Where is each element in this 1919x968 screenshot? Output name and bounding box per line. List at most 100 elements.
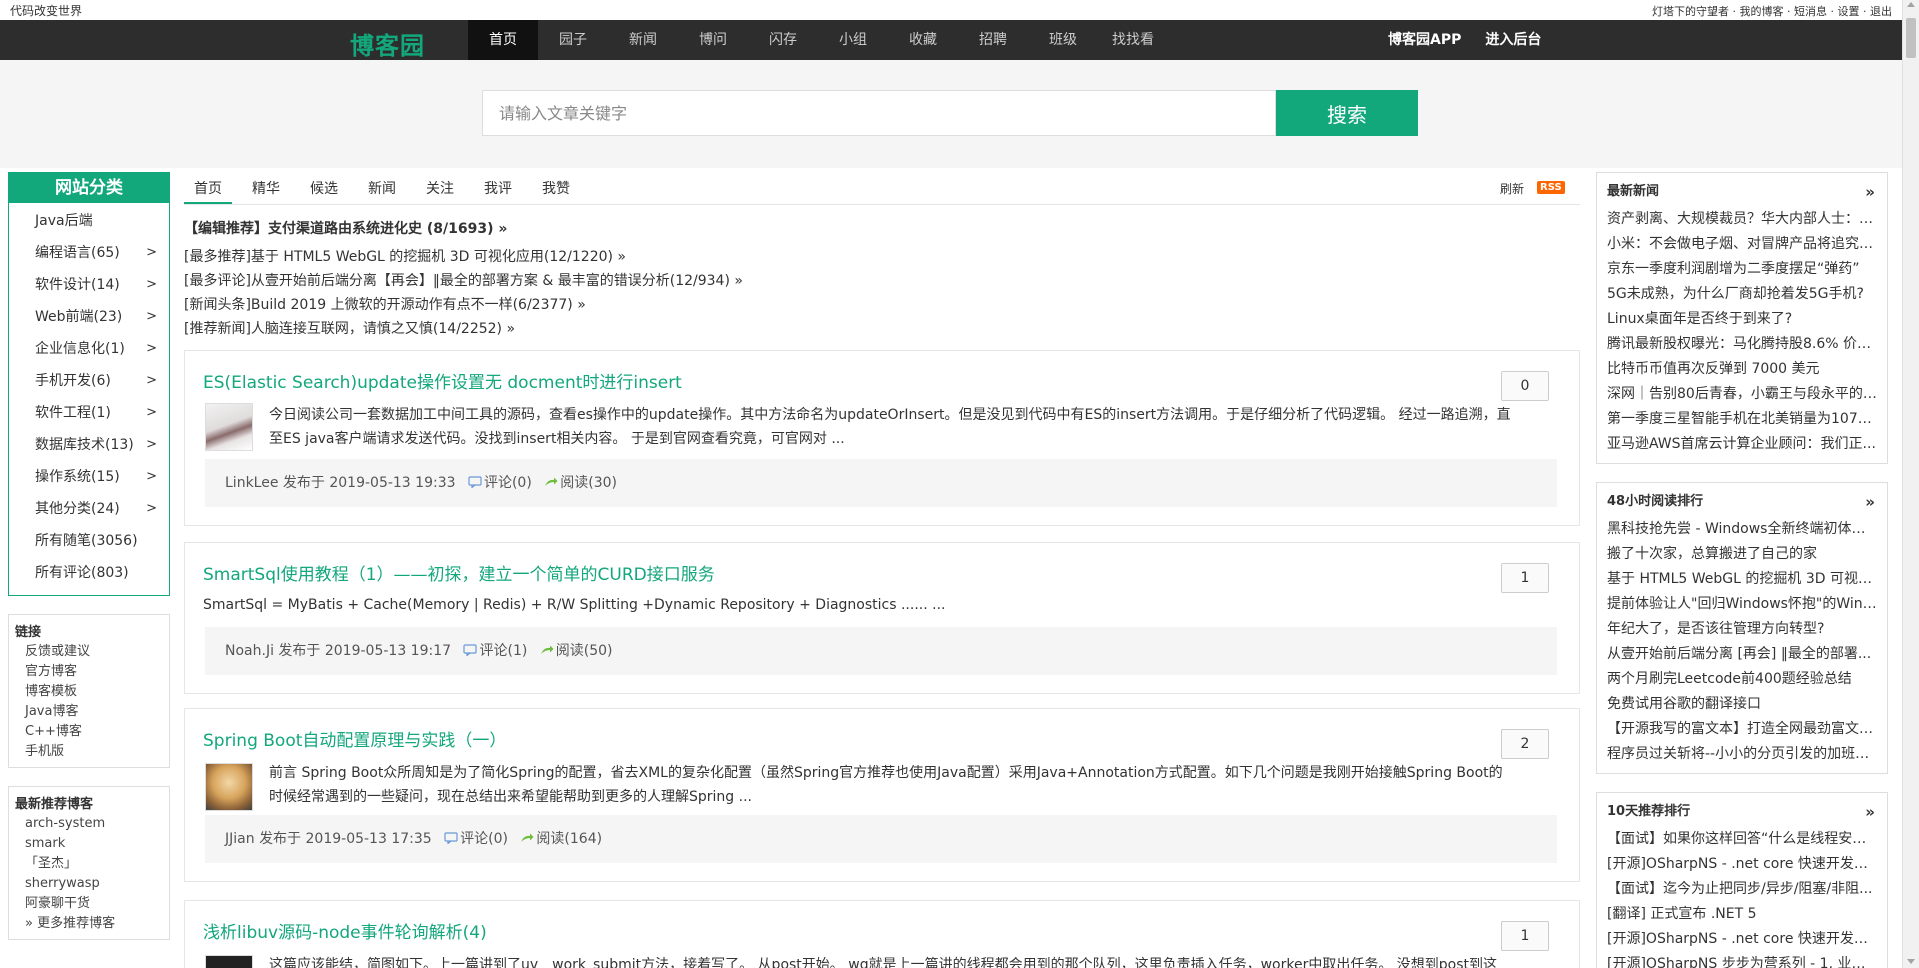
news-item[interactable]: 深网｜告别80后青春，小霸王与段永平的传... (1607, 382, 1877, 407)
author-avatar[interactable] (205, 955, 253, 968)
author-avatar[interactable] (205, 403, 253, 451)
more-news-icon[interactable]: » (1865, 181, 1875, 203)
app-link[interactable]: 博客园APP (1388, 20, 1461, 60)
read-count-link[interactable]: 阅读(164) (536, 831, 602, 847)
blogger-link[interactable]: sherrywasp (15, 874, 163, 894)
more-read-rank-icon[interactable]: » (1865, 491, 1875, 513)
tab-news[interactable]: 新闻 (358, 176, 406, 204)
news-item[interactable]: 京东一季度利润剧增为二季度摆足“弹药” (1607, 257, 1877, 282)
comment-count-link[interactable]: 评论(1) (479, 643, 527, 659)
link-java-blog[interactable]: Java博客 (15, 702, 163, 722)
search-input[interactable] (482, 90, 1276, 136)
blogger-link[interactable]: 「圣杰」 (15, 854, 163, 874)
news-item[interactable]: Linux桌面年是否终于到来了? (1607, 307, 1877, 332)
read-rank-item[interactable]: 【开源我写的富文本】打造全网最劲富文本... (1607, 717, 1877, 742)
nav-item-news[interactable]: 新闻 (608, 20, 678, 60)
author-avatar[interactable] (205, 763, 253, 811)
read-rank-item[interactable]: 程序员过关斩将--小小的分页引发的加班血案 (1607, 742, 1877, 767)
news-item[interactable]: 第一季度三星智能手机在北美销量为1070... (1607, 407, 1877, 432)
digg-button[interactable]: 1 (1501, 921, 1549, 951)
recommend-rank-item[interactable]: [开源]OSharpNS - .net core 快速开发框架... (1607, 927, 1877, 952)
nav-item-jobs[interactable]: 招聘 (958, 20, 1028, 60)
category-item[interactable]: 手机开发(6) > (9, 365, 169, 397)
link-feedback[interactable]: 反馈或建议 (15, 642, 163, 662)
nav-item-garden[interactable]: 园子 (538, 20, 608, 60)
tab-following[interactable]: 关注 (416, 176, 464, 204)
read-rank-item[interactable]: 免费试用谷歌的翻译接口 (1607, 692, 1877, 717)
read-count-link[interactable]: 阅读(30) (560, 475, 617, 491)
news-item[interactable]: 5G未成熟，为什么厂商却抢着发5G手机? (1607, 282, 1877, 307)
read-rank-item[interactable]: 从壹开始前后端分离 [再会] ‖最全的部署... (1607, 642, 1877, 667)
headline-most-recommended[interactable]: [最多推荐]基于 HTML5 WebGL 的挖掘机 3D 可视化应用(12/12… (184, 246, 626, 266)
rss-icon[interactable]: RSS (1537, 181, 1565, 194)
site-logo[interactable]: 博客园 (350, 26, 425, 61)
category-item[interactable]: Java后端 (9, 205, 169, 237)
category-item[interactable]: 软件设计(14) > (9, 269, 169, 301)
digg-button[interactable]: 2 (1501, 729, 1549, 759)
logout-link[interactable]: 退出 (1870, 5, 1892, 18)
post-title[interactable]: ES(Elastic Search)update操作设置无 docment时进行… (203, 368, 682, 393)
more-bloggers-link[interactable]: » 更多推荐博客 (15, 914, 163, 934)
tab-candidates[interactable]: 候选 (300, 176, 348, 204)
recommend-rank-item[interactable]: [开源]OSharpNS 步步为营系列 - 1. 业务模... (1607, 952, 1877, 968)
recommend-rank-item[interactable]: [开源]OSharpNS - .net core 快速开发框架... (1607, 852, 1877, 877)
recommend-rank-item[interactable]: 【面试】迄今为止把同步/异步/阻塞/非阻... (1607, 877, 1877, 902)
comment-count-link[interactable]: 评论(0) (484, 475, 532, 491)
link-official-blog[interactable]: 官方博客 (15, 662, 163, 682)
category-item[interactable]: Web前端(23) > (9, 301, 169, 333)
news-item[interactable]: 小米：不会做电子烟、对冒牌产品将追究法... (1607, 232, 1877, 257)
read-rank-item[interactable]: 搬了十次家，总算搬进了自己的家 (1607, 542, 1877, 567)
category-item[interactable]: 数据库技术(13) > (9, 429, 169, 461)
category-item[interactable]: 企业信息化(1) > (9, 333, 169, 365)
category-item[interactable]: 软件工程(1) > (9, 397, 169, 429)
read-rank-item[interactable]: 提前体验让人"回归Windows怀抱"的Wind... (1607, 592, 1877, 617)
refresh-link[interactable]: 刷新 (1500, 180, 1524, 197)
post-title[interactable]: SmartSql使用教程（1）——初探，建立一个简单的CURD接口服务 (203, 560, 715, 585)
nav-item-groups[interactable]: 小组 (818, 20, 888, 60)
nav-item-questions[interactable]: 博问 (678, 20, 748, 60)
category-item[interactable]: 所有评论(803) (9, 557, 169, 589)
tab-my-comments[interactable]: 我评 (474, 176, 522, 204)
recommend-rank-item[interactable]: [翻译] 正式宣布 .NET 5 (1607, 902, 1877, 927)
blogger-link[interactable]: 阿豪聊干货 (15, 894, 163, 914)
news-item[interactable]: 资产剥离、大规模裁员？华大内部人士：系... (1607, 207, 1877, 232)
blogger-link[interactable]: smark (15, 834, 163, 854)
vertical-scrollbar[interactable] (1902, 0, 1919, 968)
user-name-link[interactable]: 灯塔下的守望者 (1652, 5, 1729, 18)
nav-item-home[interactable]: 首页 (468, 20, 538, 60)
admin-link[interactable]: 进入后台 (1485, 20, 1541, 60)
settings-link[interactable]: 设置 (1838, 5, 1860, 18)
category-item[interactable]: 操作系统(15) > (9, 461, 169, 493)
search-button[interactable]: 搜索 (1276, 90, 1418, 136)
link-mobile[interactable]: 手机版 (15, 742, 163, 762)
scrollbar-thumb[interactable] (1906, 18, 1916, 58)
news-item[interactable]: 比特币币值再次反弹到 7000 美元 (1607, 357, 1877, 382)
comment-count-link[interactable]: 评论(0) (460, 831, 508, 847)
nav-item-flash[interactable]: 闪存 (748, 20, 818, 60)
post-author[interactable]: Noah.Ji (225, 643, 274, 659)
post-title[interactable]: 浅析libuv源码-node事件轮询解析(4) (203, 918, 487, 943)
more-recommend-rank-icon[interactable]: » (1865, 801, 1875, 823)
read-rank-item[interactable]: 黑科技抢先尝 - Windows全新终端初体验(... (1607, 517, 1877, 542)
category-item[interactable]: 所有随笔(3056) (9, 525, 169, 557)
post-title[interactable]: Spring Boot自动配置原理与实践（一） (203, 726, 506, 751)
link-cpp-blog[interactable]: C++博客 (15, 722, 163, 742)
news-item[interactable]: 亚马逊AWS首席云计算企业顾问：我们正... (1607, 432, 1877, 457)
headline-most-commented[interactable]: [最多评论]从壹开始前后端分离【再会】‖最全的部署方案 & 最丰富的错误分析(1… (184, 270, 743, 290)
recommend-rank-item[interactable]: 【面试】如果你这样回答“什么是线程安全... (1607, 827, 1877, 852)
digg-button[interactable]: 1 (1501, 563, 1549, 593)
headline-top-news[interactable]: [新闻头条]Build 2019 上微软的开源动作有点不一样(6/2377) » (184, 294, 586, 314)
digg-button[interactable]: 0 (1501, 371, 1549, 401)
news-item[interactable]: 腾讯最新股权曝光：马化腾持股8.6% 价值... (1607, 332, 1877, 357)
read-rank-item[interactable]: 两个月刷完Leetcode前400题经验总结 (1607, 667, 1877, 692)
tab-home[interactable]: 首页 (184, 176, 232, 204)
read-count-link[interactable]: 阅读(50) (556, 643, 613, 659)
headline-recommended-news[interactable]: [推荐新闻]人脑连接互联网，请慎之又慎(14/2252) » (184, 318, 515, 338)
scroll-down-icon[interactable] (1907, 959, 1915, 964)
my-blog-link[interactable]: 我的博客 (1740, 5, 1784, 18)
category-item[interactable]: 编程语言(65) > (9, 237, 169, 269)
category-item[interactable]: 其他分类(24) > (9, 493, 169, 525)
scroll-up-icon[interactable] (1907, 2, 1915, 7)
tab-featured[interactable]: 精华 (242, 176, 290, 204)
read-rank-item[interactable]: 年纪大了，是否该往管理方向转型? (1607, 617, 1877, 642)
